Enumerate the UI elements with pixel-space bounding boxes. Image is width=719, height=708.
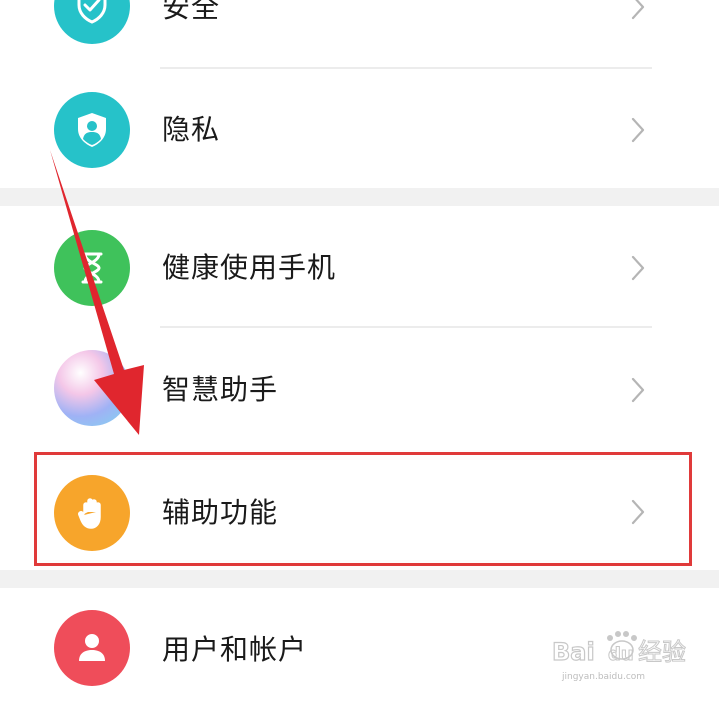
pointer-arrow-icon [50,150,144,435]
watermark-url: jingyan.baidu.com [562,672,646,682]
baidu-jingyan-watermark: Bai du 经验 jingyan.baidu.com [548,620,708,690]
svg-text:经验: 经验 [638,638,686,666]
svg-text:du: du [608,644,634,665]
baidu-logo-icon: Bai du 经验 [551,631,687,667]
svg-text:Bai: Bai [552,638,595,666]
